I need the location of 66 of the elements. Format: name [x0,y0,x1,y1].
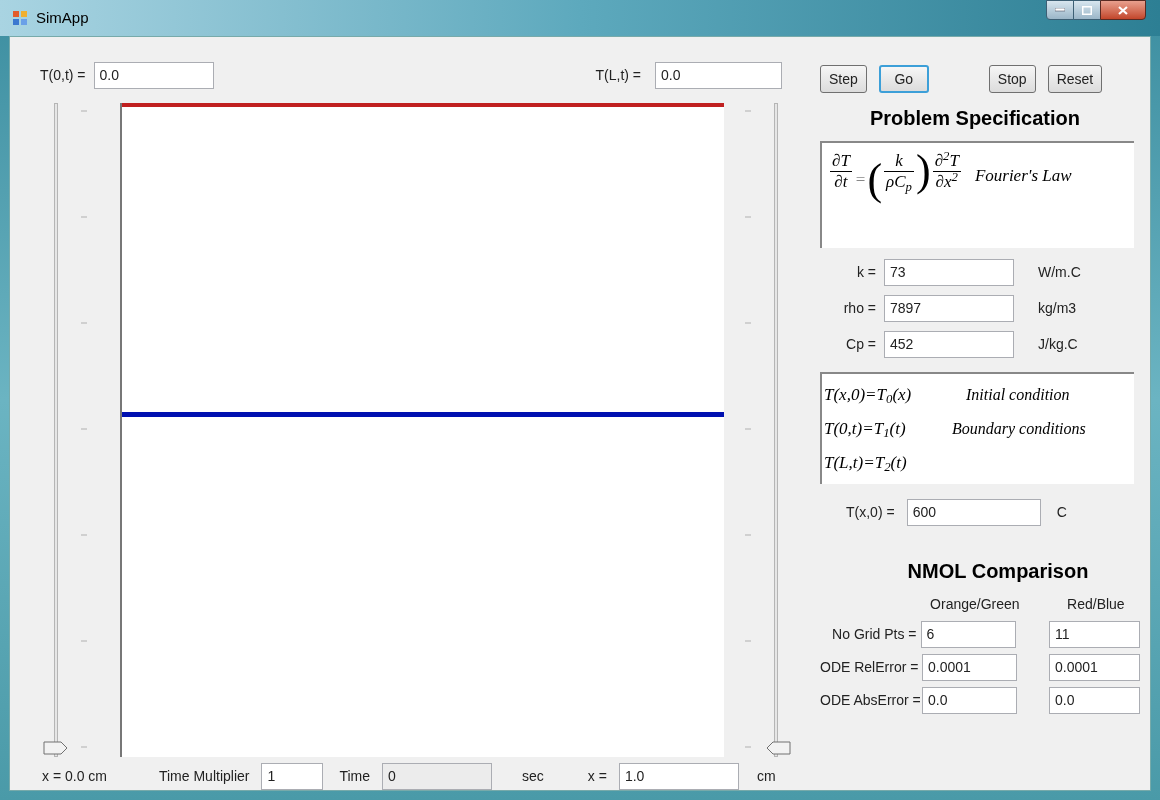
parenthesis: ( [867,157,883,202]
text-field[interactable]: 1 [261,762,324,790]
minimize-icon [1055,8,1065,12]
parenthesis: ) [916,149,931,193]
toolbar-button[interactable]: Step [820,65,867,93]
field-label: No Grid Pts = [831,624,918,644]
unit-label: W/m.C [1038,262,1081,282]
condition-note: Boundary conditions [952,419,1086,440]
section-heading: NMOL Comparison [906,559,1090,584]
field-label: T(x,0) = [846,502,895,522]
unit-label: sec [522,766,544,786]
law-name: Fourier's Law [974,165,1072,187]
maximize-button[interactable] [1074,0,1100,20]
unit-label: kg/m3 [1038,298,1077,318]
field-label: Cp = [845,334,877,354]
condition-equation: T(0,t)=T$_{1}$(t) [824,418,907,442]
text-field[interactable]: 0.0001 [922,653,1017,681]
condition-note: Initial condition [966,385,1070,405]
window-title: SimApp [36,7,89,28]
text-field[interactable]: 11 [1049,620,1140,648]
section-heading: Problem Specification [868,106,1082,131]
text-field[interactable]: 0.0 [1049,686,1140,714]
text-field[interactable]: 600 [906,498,1041,526]
text-field[interactable]: 452 [884,330,1014,358]
toolbar-button[interactable]: Reset [1047,65,1103,93]
field-label: k = [855,262,877,282]
toolbar-button[interactable]: Stop [988,65,1036,93]
condition-equation: T(L,t)=T$_{2}$(t) [824,452,908,476]
close-icon [1118,5,1128,15]
denominator: ∂t [833,172,849,193]
field-label: ODE RelError = [820,657,920,677]
equals-sign: = [855,168,866,191]
field-label: T(L,t) = [595,65,642,85]
unit-label: C [1056,502,1067,522]
column-header: Red/Blue [1066,595,1126,612]
field-label: rho = [842,298,877,318]
text-field[interactable]: 7897 [884,294,1014,322]
field-label: ODE AbsError = [820,690,922,710]
numerator: ∂$^{2}$T [933,151,961,172]
minimize-button[interactable] [1046,0,1074,20]
app-icon [12,10,28,26]
field-label: T(0,t) = [40,65,86,85]
field-label: x = [587,766,607,786]
text-field[interactable]: 73 [884,258,1014,286]
numerator: k [894,151,904,172]
field-label: Time Multiplier [158,766,250,786]
denominator: ρC$_{p}$ [884,172,913,193]
text-field[interactable]: 0.0 [922,686,1017,714]
denominator: ∂x$^{2}$ [934,172,959,193]
close-button[interactable] [1100,0,1146,20]
slider-thumb[interactable] [765,740,791,756]
field-label: Time [339,766,371,786]
toolbar-button[interactable]: Go [878,65,929,93]
text-field[interactable]: 1.0 [618,762,739,790]
text-field[interactable]: 6 [920,620,1016,648]
position-label: x = 0.0 cm [42,766,107,786]
maximize-icon [1082,5,1092,15]
unit-label: cm [756,766,776,786]
numerator: ∂T [831,151,852,172]
text-field[interactable]: 0.0001 [1049,653,1140,681]
column-header: Orange/Green [929,595,1021,612]
slider-thumb[interactable] [43,740,69,756]
text-field[interactable]: 0.0 [93,61,214,89]
text-field[interactable]: 0.0 [655,61,783,89]
unit-label: J/kg.C [1038,334,1078,354]
condition-equation: T(x,0)=T$_{0}$(x) [824,384,913,408]
